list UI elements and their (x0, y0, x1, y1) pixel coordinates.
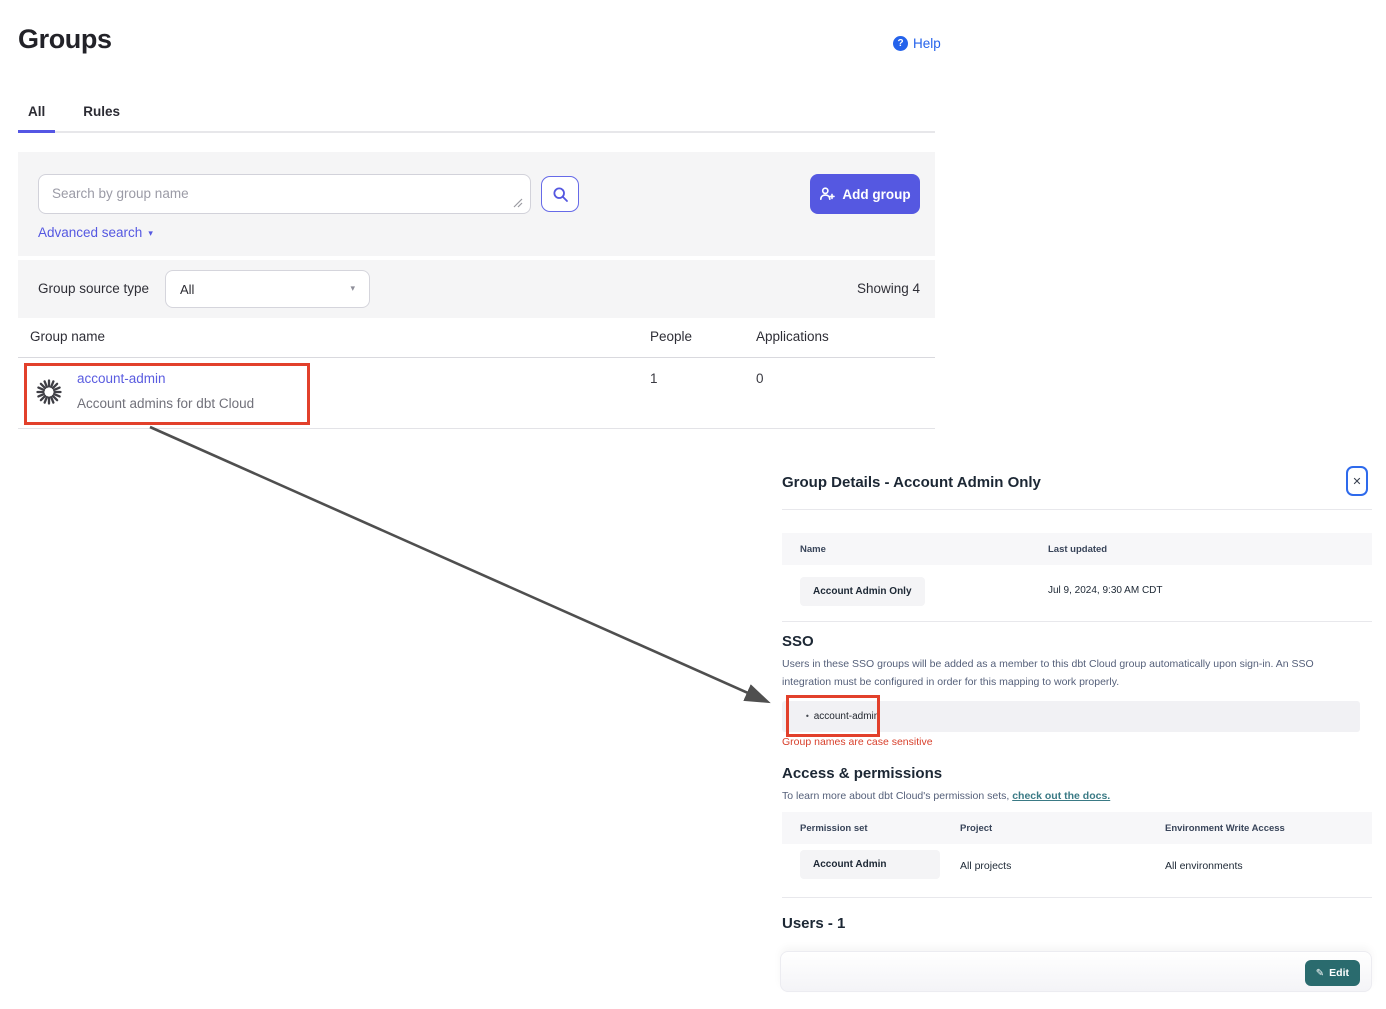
add-group-label: Add group (842, 187, 910, 202)
group-name-link[interactable]: account-admin (77, 371, 166, 386)
tab-rules[interactable]: Rules (73, 98, 130, 133)
group-source-type-value: All (180, 282, 194, 297)
help-link[interactable]: ? Help (893, 36, 941, 51)
last-updated-value: Jul 9, 2024, 9:30 AM CDT (1048, 585, 1163, 596)
caret-down-icon: ▾ (148, 229, 153, 239)
search-input[interactable] (38, 174, 531, 214)
advanced-search-toggle[interactable]: Advanced search ▾ (38, 225, 153, 240)
add-group-button[interactable]: Add group (810, 174, 920, 214)
name-table-header: Name Last updated (782, 533, 1372, 565)
group-source-type-select[interactable]: All ▾ (165, 270, 370, 308)
case-sensitive-warning: Group names are case sensitive (782, 736, 933, 748)
close-icon: ✕ (1352, 475, 1361, 488)
group-details-title: Group Details - Account Admin Only (782, 474, 1041, 491)
group-sunburst-icon (35, 378, 63, 406)
column-applications: Applications (756, 329, 829, 344)
environment-value: All environments (1165, 860, 1243, 872)
access-permissions-heading: Access & permissions (782, 765, 942, 782)
users-heading: Users - 1 (782, 915, 845, 932)
edit-label: Edit (1329, 967, 1349, 979)
divider (782, 621, 1372, 622)
help-question-icon: ? (893, 36, 908, 51)
advanced-search-label: Advanced search (38, 225, 142, 240)
sso-group-tag-bar: • account-admin (782, 701, 1360, 732)
tab-bar: All Rules (18, 98, 935, 133)
group-applications-count: 0 (756, 371, 764, 386)
search-button[interactable] (541, 176, 579, 212)
add-user-icon (819, 186, 835, 202)
docs-intro: To learn more about dbt Cloud's permissi… (782, 790, 1012, 802)
column-environment-write-access: Environment Write Access (1165, 823, 1285, 834)
table-row[interactable]: account-admin Account admins for dbt Clo… (18, 358, 935, 429)
sso-heading: SSO (782, 633, 814, 650)
column-people: People (650, 329, 692, 344)
search-icon (552, 186, 569, 203)
column-project: Project (960, 823, 992, 834)
project-value: All projects (960, 860, 1011, 872)
column-last-updated: Last updated (1048, 544, 1107, 555)
permissions-table-header: Permission set Project Environment Write… (782, 812, 1372, 844)
column-permission-set: Permission set (800, 823, 868, 834)
docs-link[interactable]: check out the docs. (1012, 790, 1110, 802)
edit-button[interactable]: ✎ Edit (1305, 960, 1360, 986)
tab-all[interactable]: All (18, 98, 55, 133)
sso-description: Users in these SSO groups will be added … (782, 656, 1362, 691)
panel-footer: ✎ Edit (780, 951, 1372, 992)
search-panel: Add group Advanced search ▾ (18, 152, 935, 256)
sso-group-tag[interactable]: • account-admin (805, 711, 879, 722)
sso-group-tag-label: account-admin (814, 711, 880, 722)
groups-table-header: Group name People Applications (18, 318, 935, 358)
showing-count: Showing 4 (857, 281, 920, 296)
docs-sentence: To learn more about dbt Cloud's permissi… (782, 790, 1110, 802)
column-group-name: Group name (30, 329, 105, 344)
bullet-icon: • (805, 712, 810, 721)
help-label: Help (913, 36, 941, 51)
divider (782, 897, 1372, 898)
group-people-count: 1 (650, 371, 658, 386)
group-name-chip: Account Admin Only (800, 577, 925, 606)
close-button[interactable]: ✕ (1346, 466, 1368, 496)
caret-down-icon: ▾ (350, 284, 355, 294)
group-source-type-label: Group source type (38, 281, 149, 296)
group-description: Account admins for dbt Cloud (77, 396, 254, 411)
filter-bar: Group source type All ▾ Showing 4 (18, 260, 935, 318)
page-title: Groups (18, 24, 112, 55)
divider (782, 509, 1372, 510)
column-name: Name (800, 544, 826, 555)
pencil-icon: ✎ (1316, 968, 1324, 979)
permission-set-chip: Account Admin (800, 850, 940, 879)
